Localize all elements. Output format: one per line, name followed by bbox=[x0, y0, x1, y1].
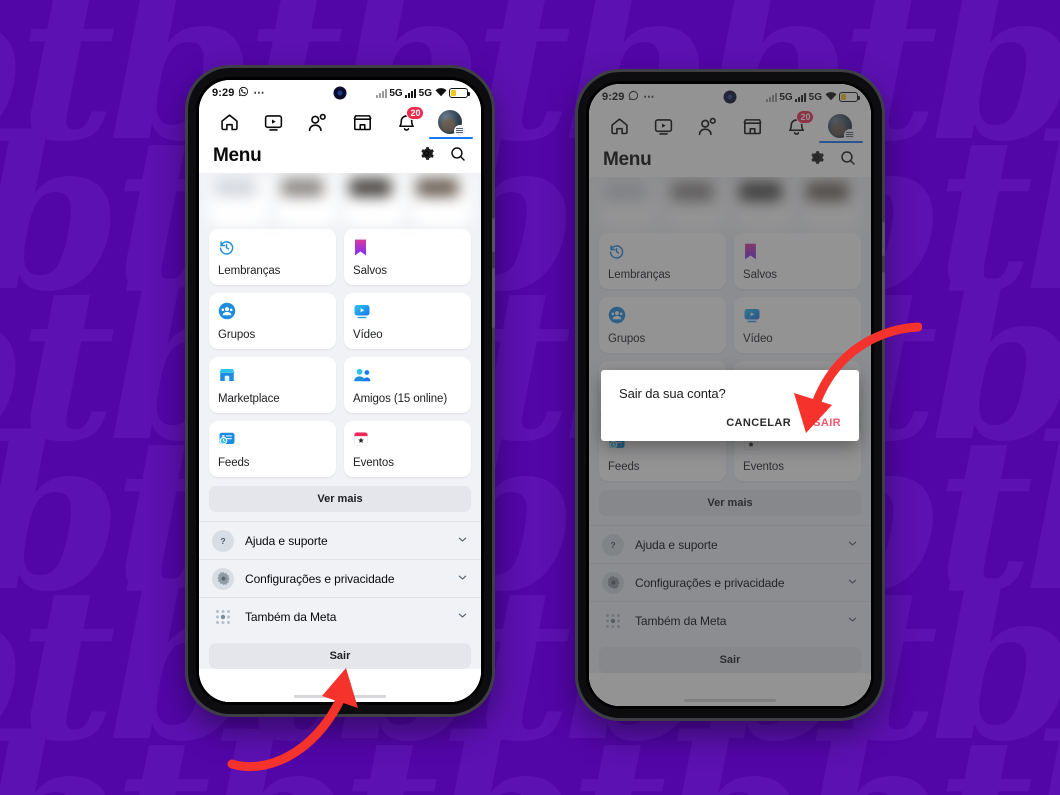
page-title: Menu bbox=[213, 145, 262, 166]
battery-icon bbox=[449, 88, 470, 98]
logout-confirm-dialog: Sair da sua conta? CANCELAR SAIR bbox=[601, 370, 859, 441]
tile-feeds[interactable]: Feeds bbox=[209, 421, 336, 477]
settings-list: ? Ajuda e suporte Configurações e privac… bbox=[199, 521, 481, 635]
dialog-confirm-button[interactable]: SAIR bbox=[813, 417, 841, 429]
screen-left: 9:29 ⋯ 5G 5G 20 Menu Lembranças Salvos G… bbox=[199, 80, 481, 702]
blurred-profile-row bbox=[199, 173, 481, 225]
menu-header: Menu bbox=[199, 139, 481, 173]
calendar-star-icon bbox=[353, 429, 462, 449]
tile-lembrancas[interactable]: Lembranças bbox=[209, 229, 336, 285]
groups-icon bbox=[218, 301, 327, 321]
menu-content: Lembranças Salvos Grupos bbox=[199, 173, 481, 702]
status-bar: 9:29 ⋯ 5G 5G bbox=[199, 80, 481, 106]
avatar-menu-badge-icon bbox=[453, 124, 466, 137]
gear-icon bbox=[212, 567, 234, 590]
tile-label: Vídeo bbox=[353, 329, 383, 341]
gesture-bar bbox=[294, 695, 386, 698]
svg-text:?: ? bbox=[220, 536, 225, 546]
home-icon bbox=[219, 112, 240, 133]
phone-volume-button bbox=[882, 272, 885, 332]
whatsapp-icon bbox=[238, 86, 249, 100]
list-row-meta[interactable]: Também da Meta bbox=[199, 597, 481, 635]
signal-bars-2 bbox=[405, 88, 417, 98]
list-row-ajuda[interactable]: ? Ajuda e suporte bbox=[199, 521, 481, 559]
network-label-1: 5G bbox=[389, 87, 403, 99]
menu-grid: Lembranças Salvos Grupos bbox=[199, 225, 481, 477]
list-row-configuracoes[interactable]: Configurações e privacidade bbox=[199, 559, 481, 597]
tile-marketplace[interactable]: Marketplace bbox=[209, 357, 336, 413]
tile-label: Feeds bbox=[218, 457, 250, 469]
tile-eventos[interactable]: Eventos bbox=[344, 421, 471, 477]
logout-button[interactable]: Sair bbox=[209, 643, 471, 669]
dialog-cancel-button[interactable]: CANCELAR bbox=[726, 417, 791, 429]
tile-label: Lembranças bbox=[218, 265, 281, 277]
marketplace-store-icon bbox=[352, 112, 373, 133]
see-more-button[interactable]: Ver mais bbox=[209, 486, 471, 512]
background-watermark: btbtbtbbtbtbtbbtbtbtbtbtbbtbtbtbbtbtbtbt… bbox=[0, 0, 1060, 795]
phone-volume-button bbox=[492, 268, 495, 328]
gear-icon[interactable] bbox=[418, 145, 435, 167]
facebook-nav-bar: 20 bbox=[199, 105, 481, 139]
list-row-label: Configurações e privacidade bbox=[245, 571, 395, 586]
tile-label: Marketplace bbox=[218, 393, 280, 405]
network-label-2: 5G bbox=[418, 87, 432, 99]
nav-marketplace[interactable] bbox=[345, 109, 379, 137]
nav-active-underline bbox=[429, 136, 473, 139]
phone-right: 9:29 ⋯ 5G 5G bbox=[578, 72, 885, 718]
phone-left: 9:29 ⋯ 5G 5G 20 Menu Lembranças Salvos G… bbox=[188, 68, 495, 714]
friends-filled-icon bbox=[353, 365, 462, 385]
phone-side-button bbox=[882, 222, 885, 256]
search-icon[interactable] bbox=[449, 145, 467, 168]
tile-label: Eventos bbox=[353, 457, 394, 469]
memories-clock-icon bbox=[218, 237, 327, 257]
status-overflow-dots: ⋯ bbox=[253, 86, 266, 99]
signal-bars-1 bbox=[375, 88, 387, 98]
wifi-icon bbox=[435, 87, 447, 100]
phone-side-button bbox=[492, 218, 495, 252]
store-icon bbox=[218, 365, 327, 385]
nav-profile[interactable] bbox=[434, 109, 468, 137]
nav-home[interactable] bbox=[212, 109, 246, 137]
feeds-icon bbox=[218, 429, 327, 449]
chevron-down-icon bbox=[457, 570, 468, 588]
nav-notifications[interactable]: 20 bbox=[389, 105, 425, 137]
tile-grupos[interactable]: Grupos bbox=[209, 293, 336, 349]
screen-right: 9:29 ⋯ 5G 5G bbox=[589, 84, 871, 706]
chevron-down-icon bbox=[457, 608, 468, 626]
nav-video[interactable] bbox=[256, 109, 290, 137]
camera-punch-hole bbox=[333, 86, 347, 100]
status-time: 9:29 bbox=[212, 87, 235, 99]
chevron-down-icon bbox=[457, 532, 468, 550]
bookmark-icon bbox=[353, 237, 462, 257]
dialog-title: Sair da sua conta? bbox=[619, 386, 726, 401]
friends-icon bbox=[307, 112, 329, 134]
tile-label: Salvos bbox=[353, 265, 387, 277]
tile-salvos[interactable]: Salvos bbox=[344, 229, 471, 285]
tile-label: Amigos (15 online) bbox=[353, 393, 448, 405]
tile-label: Grupos bbox=[218, 329, 256, 341]
question-mark-icon: ? bbox=[212, 529, 234, 552]
notification-badge: 20 bbox=[406, 105, 425, 120]
tile-amigos[interactable]: Amigos (15 online) bbox=[344, 357, 471, 413]
list-row-label: Também da Meta bbox=[245, 609, 337, 624]
video-icon bbox=[353, 301, 462, 321]
bottom-spacer bbox=[199, 669, 481, 702]
nav-friends[interactable] bbox=[301, 109, 335, 137]
list-row-label: Ajuda e suporte bbox=[245, 533, 328, 548]
tile-video[interactable]: Vídeo bbox=[344, 293, 471, 349]
video-play-icon bbox=[263, 112, 284, 133]
meta-grid-icon bbox=[212, 606, 234, 628]
